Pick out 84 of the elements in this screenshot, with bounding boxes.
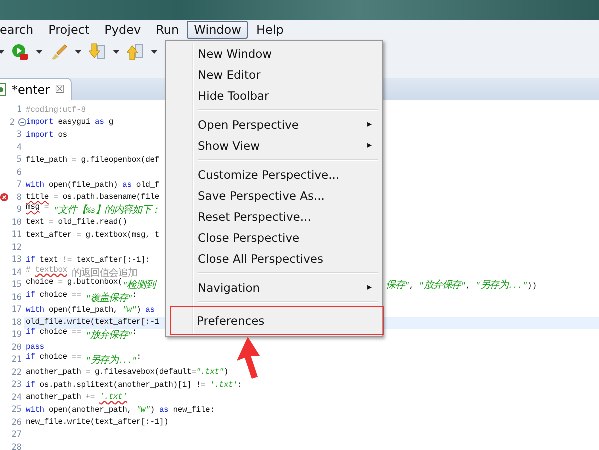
editor-tab[interactable]: *enter ☒ xyxy=(0,78,72,100)
code-line: #coding:utf-8 xyxy=(25,106,86,115)
annotation-arrow-drawing xyxy=(235,337,263,379)
menu-item[interactable]: Open Perspective ▸ xyxy=(168,114,380,135)
code-line: if choice == "放弃保存": xyxy=(25,328,137,342)
code-line: text = old_file.read() xyxy=(25,218,128,228)
code-line: another_path = g.filesavebox(default=".txt") xyxy=(25,368,228,378)
code-line: old_file.write(text_after[:-1 xyxy=(25,318,160,328)
line-number: 26 xyxy=(12,418,22,428)
code-line: if text != text_after[:-1]: xyxy=(25,256,150,265)
python-file-icon xyxy=(0,82,7,96)
code-line: import easygui as g xyxy=(25,118,114,128)
brush-icon[interactable] xyxy=(50,44,68,60)
run-icon[interactable] xyxy=(12,44,29,60)
menu-item[interactable]: Close Perspective xyxy=(168,227,380,248)
line-number: 17 xyxy=(12,305,22,316)
menu-item[interactable]: New Editor xyxy=(168,64,380,85)
menu-item[interactable]: Reset Perspective... xyxy=(168,206,380,227)
submenu-arrow-icon: ▸ xyxy=(367,140,372,150)
submenu-arrow-icon: ▸ xyxy=(367,120,372,130)
code-line: text_after = g.textbox(msg, t xyxy=(25,230,160,240)
line-number: 22 xyxy=(12,368,22,378)
menu-item[interactable]: Navigation ▸ xyxy=(168,277,380,298)
line-number: 1 xyxy=(16,105,22,116)
menu-title[interactable]: Help xyxy=(249,21,291,39)
code-line: if choice == "另存为...": xyxy=(25,353,142,368)
line-number: 14 xyxy=(12,268,22,278)
code-line: msg = "文件【%s】的内容如下： xyxy=(25,203,160,218)
code-line: with open(another_path, "w") as new_file: xyxy=(25,406,215,415)
menu-title[interactable]: Pydev xyxy=(98,21,148,39)
close-icon[interactable]: ☒ xyxy=(55,83,65,96)
menu-item[interactable]: Close All Perspectives xyxy=(168,248,380,269)
line-number: 18 xyxy=(12,318,22,328)
code-line: another_path += '.txt' xyxy=(25,393,128,402)
line-number: 23 xyxy=(12,380,22,390)
line-number: 2 xyxy=(10,118,15,128)
line-number: 4 xyxy=(16,142,22,153)
line-number: 24 xyxy=(12,392,22,403)
menu-item[interactable]: Customize Perspective... xyxy=(168,164,380,185)
code-line: title = os.path.basename(file xyxy=(25,193,160,202)
menu-title[interactable]: Run xyxy=(149,21,186,39)
fold-icon[interactable] xyxy=(18,118,27,127)
dropdown-arrow-icon[interactable] xyxy=(36,50,43,54)
code-line: if choice == "覆盖保存": xyxy=(25,290,137,305)
line-number: 20 xyxy=(12,342,22,353)
code-line: with open(file_path, "w") as xyxy=(25,306,155,315)
tab-label: *enter xyxy=(12,82,50,96)
line-number: 5 xyxy=(16,155,22,166)
menu-item[interactable]: Preferences xyxy=(171,307,383,334)
line-number: 28 xyxy=(12,442,22,450)
menu-title[interactable]: Project xyxy=(42,21,97,39)
dropdown-arrow-icon[interactable] xyxy=(151,50,158,54)
menu-item[interactable]: Show View ▸ xyxy=(168,135,380,156)
line-number: 11 xyxy=(12,230,22,240)
line-number: 21 xyxy=(12,355,22,366)
line-number: 15 xyxy=(12,280,22,290)
code-line: if os.path.splitext(another_path)[1] != '.txt': xyxy=(25,380,242,390)
line-number: 9 xyxy=(16,205,22,216)
menu-title[interactable]: Window xyxy=(187,21,248,39)
code-line: choice = g.buttonbox("检测到 xyxy=(25,278,156,292)
line-number: 19 xyxy=(12,330,22,340)
code-line: pass xyxy=(25,343,44,352)
line-number: 8 xyxy=(16,192,22,203)
dropdown-arrow-icon[interactable] xyxy=(0,50,5,54)
code-line: file_path = g.fileopenbox(def xyxy=(25,156,160,165)
line-number: 6 xyxy=(16,168,22,178)
code-line: 保存", "放弃保存", "另存为...")) xyxy=(386,278,537,292)
line-number: 7 xyxy=(16,180,22,190)
line-number: 13 xyxy=(12,255,22,266)
menu-title[interactable]: earch xyxy=(0,21,41,39)
submenu-arrow-icon: ▸ xyxy=(367,282,372,292)
menu-item[interactable]: Hide Toolbar xyxy=(168,85,380,106)
code-line: import os xyxy=(25,130,68,140)
line-number: 3 xyxy=(16,130,22,140)
dropdown-arrow-icon[interactable] xyxy=(113,50,120,54)
menu-item[interactable]: Save Perspective As... xyxy=(168,185,380,206)
code-line: new_file.write(text_after[:-1]) xyxy=(25,418,169,428)
line-number: 27 xyxy=(12,430,22,440)
line-number: 12 xyxy=(12,242,22,253)
code-line: with open(file_path) as old_f xyxy=(25,180,160,190)
line-number: 10 xyxy=(12,218,22,228)
dropdown-arrow-icon[interactable] xyxy=(75,50,82,54)
line-number: 16 xyxy=(12,292,22,303)
line-number: 25 xyxy=(12,405,22,416)
